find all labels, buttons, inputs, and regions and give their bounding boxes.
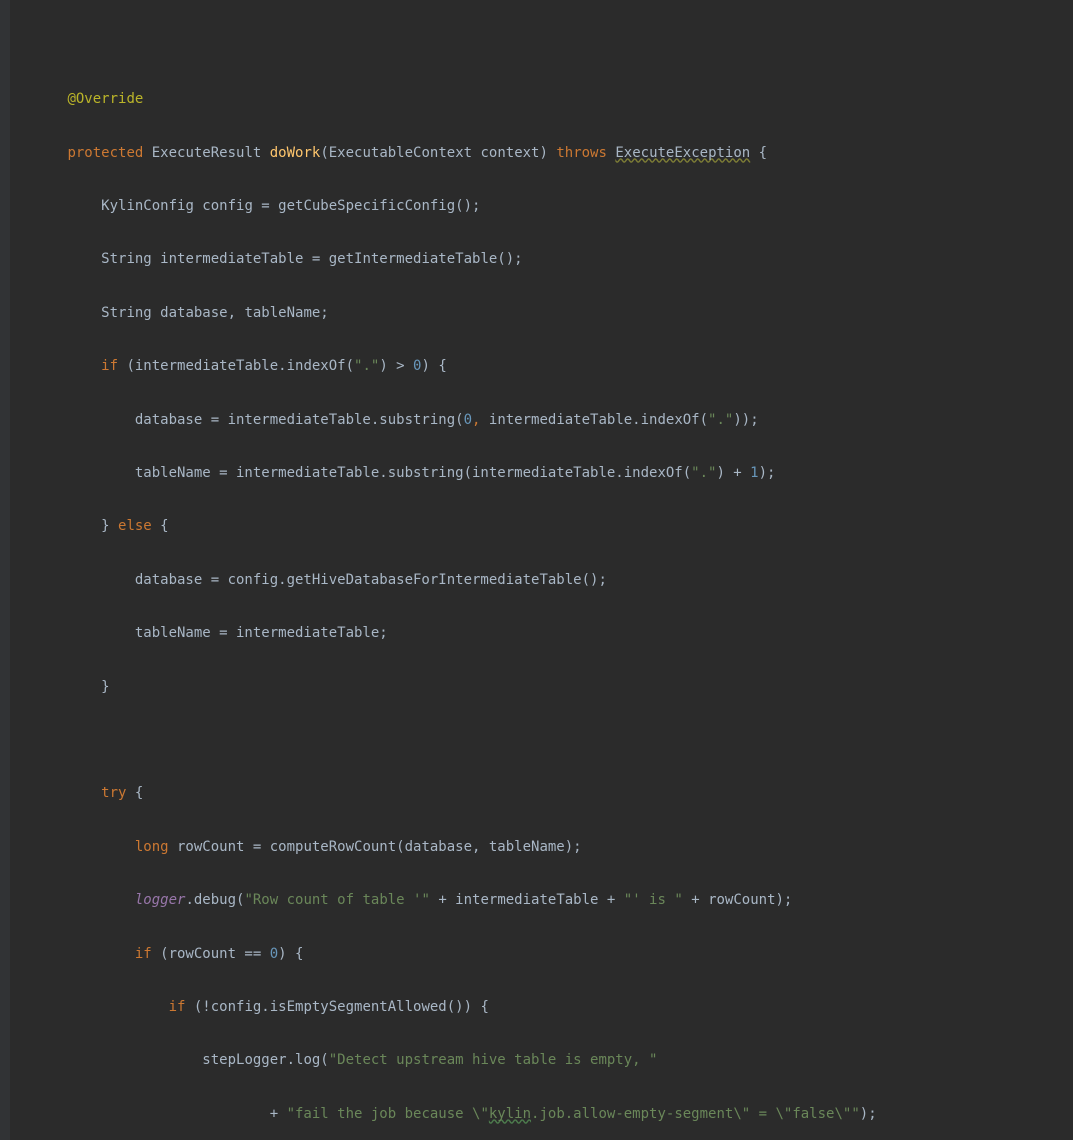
method-name: doWork xyxy=(270,145,321,161)
annotation: @Override xyxy=(67,91,143,107)
code-editor[interactable]: @Override protected ExecuteResult doWork… xyxy=(0,0,1073,1140)
keyword-protected: protected xyxy=(67,145,143,161)
exception-type: ExecuteException xyxy=(615,145,750,161)
code-line: tableName = intermediateTable; xyxy=(135,625,388,641)
code-line: String intermediateTable = getIntermedia… xyxy=(101,251,522,267)
logger-field: logger xyxy=(135,892,186,908)
code-line: String database, tableName; xyxy=(101,305,329,321)
editor-gutter xyxy=(0,0,10,1140)
code-line: database = config.getHiveDatabaseForInte… xyxy=(135,572,607,588)
code-line: KylinConfig config = getCubeSpecificConf… xyxy=(101,198,480,214)
